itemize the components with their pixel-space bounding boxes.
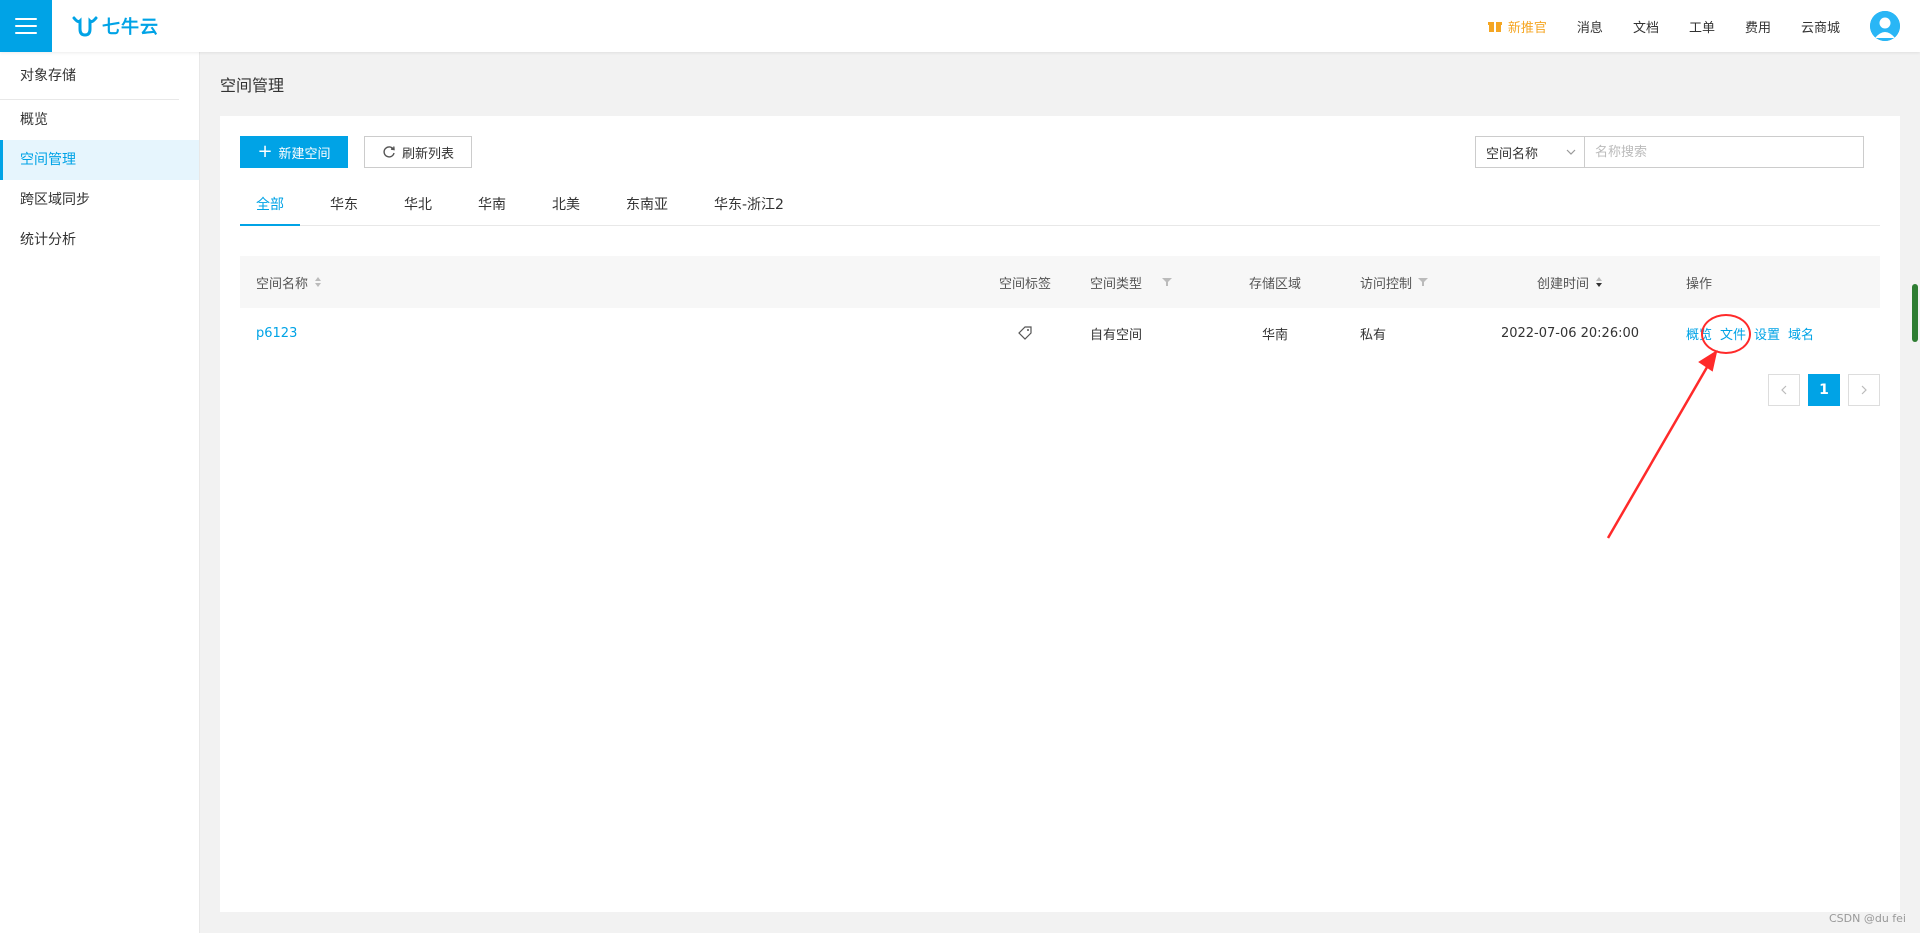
promo-label: 新推官: [1507, 20, 1547, 36]
main-panel: + 新建空间 刷新列表 空间名称 全部 华东 华北 华南 北美 东南亚 华东-浙…: [220, 116, 1900, 912]
qiniu-logo-icon: [72, 16, 98, 37]
tab-southeast-asia[interactable]: 东南亚: [610, 188, 684, 226]
header-actions: 操作: [1686, 276, 1713, 292]
table-header: 空间名称 空间标签 空间类型 存储区域 访问控制 创建时间 操作: [240, 256, 1880, 308]
top-nav: 新推官 消息 文档 工单 费用 云商城: [1487, 0, 1840, 52]
bucket-name-link[interactable]: p6123: [256, 326, 297, 341]
watermark: CSDN @du fei: [1828, 912, 1906, 925]
new-bucket-label: 新建空间: [278, 146, 331, 162]
header-tag: 空间标签: [998, 276, 1051, 292]
chevron-left-icon: [1781, 385, 1787, 395]
logo[interactable]: 七牛云: [72, 12, 159, 40]
bucket-table: 空间名称 空间标签 空间类型 存储区域 访问控制 创建时间 操作 p6123 自…: [240, 256, 1880, 358]
action-files-link[interactable]: 文件: [1720, 324, 1746, 343]
top-bar: 七牛云 新推官 消息 文档 工单 费用 云商城: [0, 0, 1920, 52]
search-input[interactable]: [1584, 136, 1864, 168]
sidebar-title: 对象存储: [0, 52, 179, 100]
tab-all[interactable]: 全部: [240, 188, 300, 226]
header-access[interactable]: 访问控制: [1330, 273, 1470, 292]
bucket-type: 自有空间: [1090, 327, 1143, 343]
gift-icon: [1487, 22, 1502, 32]
refresh-icon: [383, 146, 395, 158]
new-bucket-button[interactable]: + 新建空间: [240, 136, 348, 168]
header-region: 存储区域: [1248, 276, 1301, 292]
tab-east-china[interactable]: 华东: [314, 188, 374, 226]
chevron-down-icon: [1566, 149, 1576, 155]
tag-icon[interactable]: [1018, 326, 1032, 340]
pagination: 1: [1768, 374, 1880, 406]
action-overview-link[interactable]: 概览: [1686, 324, 1712, 343]
user-avatar-icon: [1870, 11, 1900, 41]
table-row: p6123 自有空间 华南 私有 2022-07-06 20:26:00 概览 …: [240, 308, 1880, 358]
prev-page-button[interactable]: [1768, 374, 1800, 406]
scrollbar-thumb[interactable]: [1912, 284, 1918, 342]
header-created[interactable]: 创建时间: [1470, 273, 1670, 292]
sidebar-item-cross-region-sync[interactable]: 跨区域同步: [0, 180, 199, 220]
plus-icon: +: [257, 141, 273, 162]
next-page-button[interactable]: [1848, 374, 1880, 406]
tab-south-china[interactable]: 华南: [462, 188, 522, 226]
nav-billing[interactable]: 费用: [1745, 17, 1771, 36]
tab-east-china-zhejiang2[interactable]: 华东-浙江2: [698, 188, 800, 226]
refresh-list-label: 刷新列表: [401, 146, 454, 162]
chevron-right-icon: [1861, 385, 1867, 395]
filter-icon: [1162, 278, 1173, 286]
filter-icon: [1418, 278, 1429, 286]
nav-tickets[interactable]: 工单: [1689, 17, 1715, 36]
logo-text: 七牛云: [102, 17, 159, 38]
promo-link[interactable]: 新推官: [1487, 17, 1547, 36]
sidebar-item-overview[interactable]: 概览: [0, 100, 199, 140]
action-settings-link[interactable]: 设置: [1754, 324, 1780, 343]
tab-north-china[interactable]: 华北: [388, 188, 448, 226]
sidebar: 对象存储 概览 空间管理 跨区域同步 统计分析: [0, 52, 200, 933]
action-domain-link[interactable]: 域名: [1788, 324, 1814, 343]
header-name[interactable]: 空间名称: [240, 273, 980, 292]
nav-docs[interactable]: 文档: [1633, 17, 1659, 36]
sidebar-item-statistics[interactable]: 统计分析: [0, 220, 199, 260]
refresh-list-button[interactable]: 刷新列表: [364, 136, 472, 168]
sidebar-item-bucket-management[interactable]: 空间管理: [0, 140, 199, 180]
sort-desc-icon: [1596, 277, 1602, 287]
search-field-value: 空间名称: [1486, 146, 1539, 162]
sort-icon: [315, 277, 322, 287]
nav-market[interactable]: 云商城: [1801, 17, 1840, 36]
search-field-select[interactable]: 空间名称: [1475, 136, 1585, 168]
page-number-button[interactable]: 1: [1808, 374, 1840, 406]
hamburger-icon: [15, 18, 37, 34]
nav-messages[interactable]: 消息: [1577, 17, 1603, 36]
menu-button[interactable]: [0, 0, 52, 52]
avatar[interactable]: [1870, 11, 1900, 41]
tab-north-america[interactable]: 北美: [536, 188, 596, 226]
bucket-created: 2022-07-06 20:26:00: [1500, 325, 1640, 341]
region-tabs: 全部 华东 华北 华南 北美 东南亚 华东-浙江2: [240, 188, 1880, 226]
header-type[interactable]: 空间类型: [1070, 273, 1220, 292]
page-title: 空间管理: [220, 76, 285, 95]
bucket-access: 私有: [1360, 327, 1387, 343]
bucket-region: 华南: [1261, 327, 1288, 343]
